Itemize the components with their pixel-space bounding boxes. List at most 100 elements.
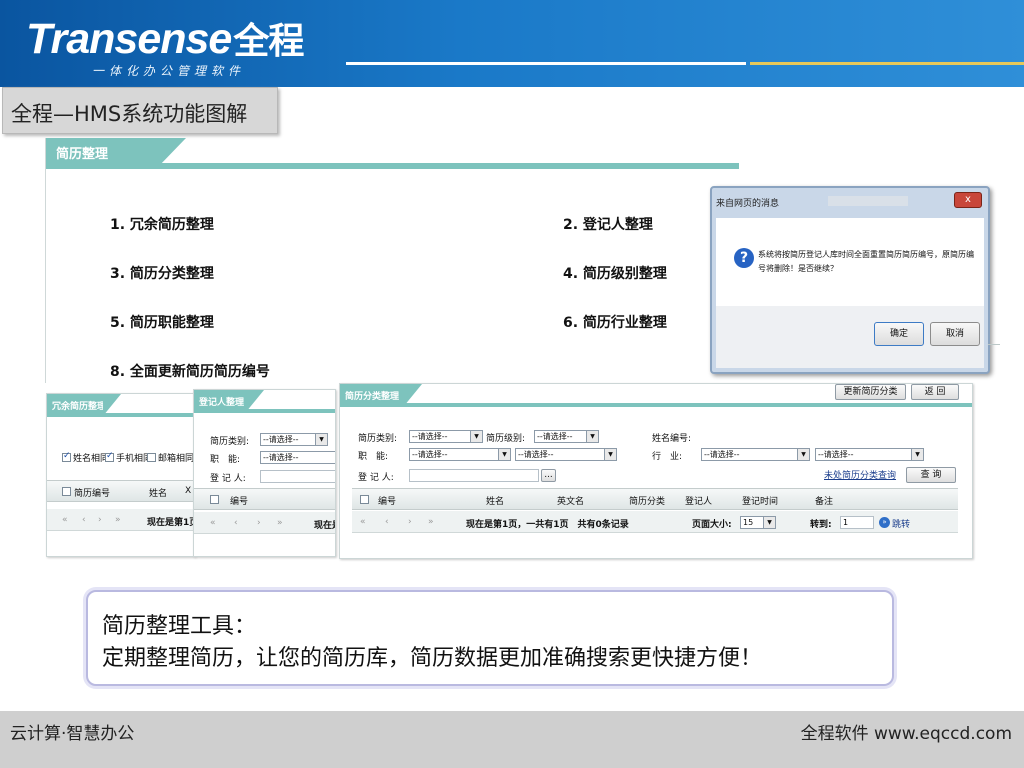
menu-item-level[interactable]: 4. 简历级别整理: [563, 263, 667, 283]
question-icon: ?: [734, 248, 754, 268]
first-page-icon[interactable]: «: [210, 518, 216, 528]
resume-tidy-panel: 简历整理 1. 冗余简历整理 2. 登记人整理 3. 简历分类整理 4. 简历级…: [45, 138, 739, 383]
jump-link[interactable]: 跳转: [892, 517, 910, 530]
footer-tagline: 云计算·智慧办公: [10, 724, 135, 744]
browse-button[interactable]: ...: [541, 469, 556, 482]
check-all[interactable]: [360, 495, 369, 504]
dialog-title-blur: [828, 196, 908, 206]
col-id: 编号: [230, 497, 249, 507]
tab-category[interactable]: 简历分类整理: [340, 384, 422, 406]
page-size-label: 页面大小:: [692, 520, 732, 530]
logo: Transense全程: [26, 12, 304, 64]
select-industry-1[interactable]: --请选择-- ▼: [701, 448, 810, 461]
sub-tab-line: [340, 403, 972, 407]
select-function[interactable]: --请选择--: [260, 451, 335, 464]
next-page-icon[interactable]: ›: [98, 515, 102, 525]
tab-registrant[interactable]: 登记人整理: [194, 390, 264, 412]
callout-box: 简历整理工具： 定期整理简历，让您的简历库，简历数据更加准确搜索更快捷方便！: [86, 590, 894, 686]
chevron-down-icon: ▼: [586, 431, 598, 442]
registrant-panel: 登记人整理 简历类别: --请选择-- ▼ 职 能: --请选择-- 登 记 人:…: [193, 389, 336, 557]
dialog-message: 系统将按简历登记人库时间全面重置简历简历编号，原简历编号将删除！是否继续？: [758, 250, 974, 273]
check-same-name[interactable]: [62, 451, 71, 462]
chevron-down-icon: ▼: [604, 449, 616, 460]
select-value: --请选择--: [537, 432, 573, 441]
divider: [988, 344, 1000, 345]
unclassified-query-link[interactable]: 未处简历分类查询: [824, 468, 896, 481]
menu-item-redundant[interactable]: 1. 冗余简历整理: [110, 214, 214, 234]
select-value: --请选择--: [263, 453, 299, 462]
registrant-input[interactable]: [409, 469, 539, 482]
page-size-select[interactable]: 15 ▼: [740, 516, 776, 529]
next-page-icon[interactable]: ›: [408, 517, 412, 527]
last-page-icon[interactable]: »: [428, 517, 434, 527]
check-label: 邮箱相同: [158, 454, 195, 464]
last-page-icon[interactable]: »: [277, 518, 283, 528]
menu-item-industry[interactable]: 6. 简历行业整理: [563, 312, 667, 332]
label-registrant: 登 记 人:: [358, 473, 394, 483]
callout-line-1: 简历整理工具：: [102, 614, 257, 639]
select-value: 15: [743, 518, 754, 527]
select-function-2[interactable]: --请选择-- ▼: [515, 448, 617, 461]
header-line-white: [346, 62, 746, 65]
check-all[interactable]: [210, 495, 219, 504]
select-resume-level[interactable]: --请选择-- ▼: [534, 430, 599, 443]
slide-title-box: 全程—HMS系统功能图解: [2, 87, 278, 134]
col-registrant: 登记人: [685, 497, 713, 507]
select-function-1[interactable]: --请选择-- ▼: [409, 448, 511, 461]
col-remark: 备注: [815, 497, 834, 507]
check-same-email[interactable]: [147, 453, 156, 462]
label-function: 职 能:: [358, 452, 389, 462]
chevron-down-icon: ▼: [911, 449, 923, 460]
menu-item-registrant[interactable]: 2. 登记人整理: [563, 214, 653, 234]
panel-tab-resume-tidy[interactable]: 简历整理: [46, 138, 186, 167]
jump-arrow-icon[interactable]: »: [879, 517, 890, 528]
prev-page-icon[interactable]: ‹: [234, 518, 238, 528]
close-icon[interactable]: x: [954, 192, 982, 208]
footer: 云计算·智慧办公 全程软件 www.eqccd.com: [0, 711, 1024, 768]
col-resume-id: 简历编号: [74, 489, 111, 499]
dialog-title: 来自网页的消息: [716, 199, 780, 209]
select-resume-type[interactable]: --请选择-- ▼: [409, 430, 483, 443]
select-value: --请选择--: [412, 450, 448, 459]
tab-label: 登记人整理: [199, 398, 245, 408]
col-english-name: 英文名: [557, 497, 585, 507]
col-category: 简历分类: [629, 497, 666, 507]
label-function: 职 能:: [210, 455, 241, 465]
goto-value: 1: [843, 518, 849, 527]
next-page-icon[interactable]: ›: [257, 518, 261, 528]
check-same-mobile[interactable]: [105, 451, 114, 462]
first-page-icon[interactable]: «: [62, 515, 68, 525]
dialog-body: ? 系统将按简历登记人库时间全面重置简历简历编号，原简历编号将删除！是否继续？: [716, 218, 984, 306]
cancel-button[interactable]: 取消: [930, 322, 980, 346]
redundant-resume-panel: 冗余简历整理 姓名相同 手机相同 邮箱相同 简历编号 姓名 X « ‹ › » …: [46, 393, 196, 557]
pager-status: 现在是第1页: [147, 518, 196, 528]
footer-website: 全程软件 www.eqccd.com: [800, 724, 1012, 744]
last-page-icon[interactable]: »: [115, 515, 121, 525]
prev-page-icon[interactable]: ‹: [385, 517, 389, 527]
pager-status: 现在是第1页，一共有1页 共有0条记录: [466, 520, 629, 530]
prev-page-icon[interactable]: ‹: [82, 515, 86, 525]
menu-item-function[interactable]: 5. 简历职能整理: [110, 312, 214, 332]
slide-title: 全程—HMS系统功能图解: [11, 102, 248, 126]
ok-button[interactable]: 确定: [874, 322, 924, 346]
query-button[interactable]: 查 询: [906, 467, 956, 483]
check-label: 姓名相同: [73, 454, 110, 464]
back-button[interactable]: 返 回: [911, 384, 959, 400]
menu-item-category[interactable]: 3. 简历分类整理: [110, 263, 214, 283]
select-value: --请选择--: [818, 450, 854, 459]
registrant-input[interactable]: [260, 470, 335, 483]
goto-page-input[interactable]: 1: [840, 516, 874, 529]
header-banner: Transense全程 一体化办公管理软件: [0, 0, 1024, 87]
update-category-button[interactable]: 更新简历分类: [835, 384, 906, 400]
category-panel: 简历分类整理 更新简历分类 返 回 简历类别: --请选择-- ▼ 简历级别: -…: [339, 383, 973, 559]
menu-item-renumber[interactable]: 8. 全面更新简历简历编号: [110, 361, 270, 381]
confirm-dialog: 来自网页的消息 x ? 系统将按简历登记人库时间全面重置简历简历编号，原简历编号…: [710, 186, 990, 374]
tab-redundant[interactable]: 冗余简历整理: [47, 394, 121, 416]
check-all[interactable]: [62, 487, 71, 496]
callout-line-2: 定期整理简历，让您的简历库，简历数据更加准确搜索更快捷方便！: [102, 646, 763, 671]
first-page-icon[interactable]: «: [360, 517, 366, 527]
select-industry-2[interactable]: --请选择-- ▼: [815, 448, 924, 461]
select-value: --请选择--: [263, 435, 299, 444]
select-resume-type[interactable]: --请选择-- ▼: [260, 433, 328, 446]
slogan: 一体化办公管理软件: [92, 64, 246, 78]
